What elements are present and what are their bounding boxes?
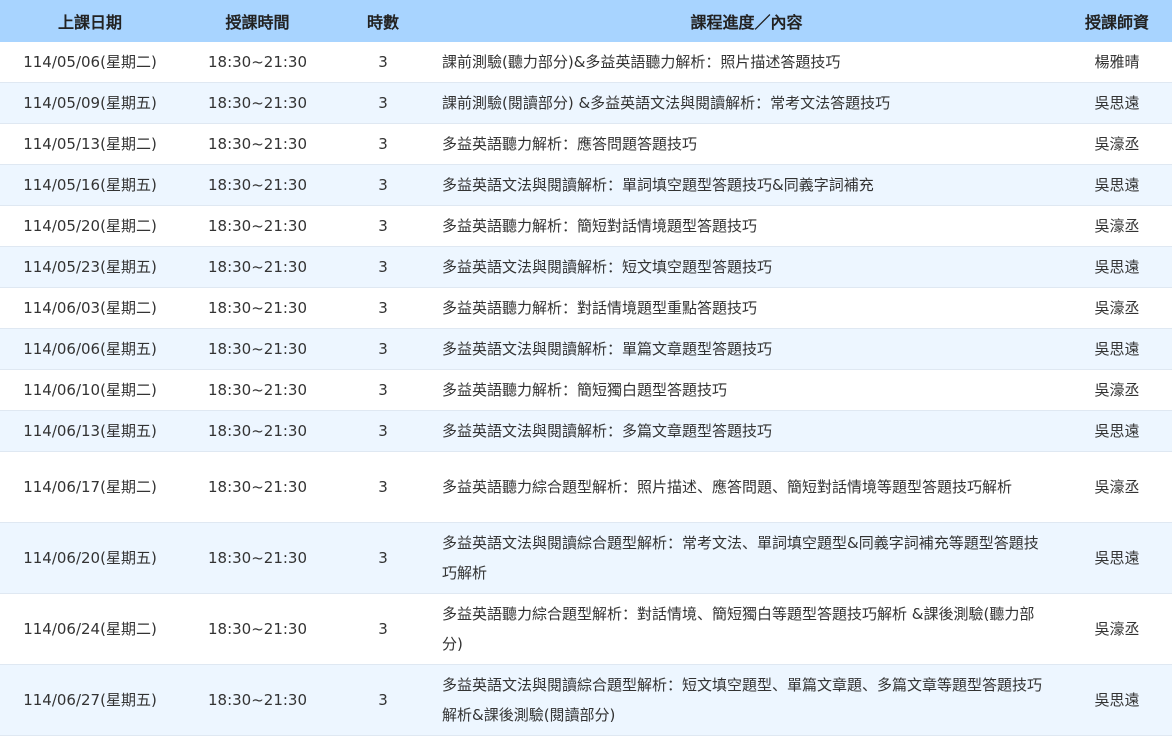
cell-teacher: 楊雅晴 [1062, 42, 1172, 83]
cell-date: 114/05/20(星期二) [0, 205, 180, 247]
cell-time: 18:30~21:30 [180, 664, 335, 736]
cell-teacher: 吳思遠 [1062, 664, 1172, 736]
cell-content: 課前測驗(閱讀部分) &多益英語文法與閱讀解析：常考文法答題技巧 [431, 82, 1062, 124]
cell-time: 18:30~21:30 [180, 246, 335, 288]
cell-content: 多益英語文法與閱讀綜合題型解析：常考文法、單詞填空題型&同義字詞補充等題型答題技… [431, 522, 1062, 594]
cell-time: 18:30~21:30 [180, 522, 335, 594]
header-row: 上課日期 授課時間 時數 課程進度／內容 授課師資 [0, 0, 1172, 42]
cell-hours: 3 [335, 287, 431, 329]
cell-time: 18:30~21:30 [180, 205, 335, 247]
cell-content: 多益英語聽力綜合題型解析：對話情境、簡短獨白等題型答題技巧解析 &課後測驗(聽力… [431, 593, 1062, 665]
cell-date: 114/06/17(星期二) [0, 451, 180, 523]
cell-hours: 3 [335, 522, 431, 594]
cell-date: 114/05/23(星期五) [0, 246, 180, 288]
table-row: 114/05/16(星期五) 18:30~21:30 3 多益英語文法與閱讀解析… [0, 164, 1172, 206]
cell-content: 課前測驗(聽力部分)&多益英語聽力解析：照片描述答題技巧 [431, 42, 1062, 83]
cell-time: 18:30~21:30 [180, 593, 335, 665]
table-header: 上課日期 授課時間 時數 課程進度／內容 授課師資 [0, 0, 1172, 42]
table-row: 114/05/13(星期二) 18:30~21:30 3 多益英語聽力解析：應答… [0, 123, 1172, 165]
cell-teacher: 吳思遠 [1062, 246, 1172, 288]
cell-time: 18:30~21:30 [180, 42, 335, 83]
cell-date: 114/06/06(星期五) [0, 328, 180, 370]
table-row: 114/06/06(星期五) 18:30~21:30 3 多益英語文法與閱讀解析… [0, 328, 1172, 370]
cell-date: 114/06/13(星期五) [0, 410, 180, 452]
cell-content: 多益英語聽力解析：簡短獨白題型答題技巧 [431, 369, 1062, 411]
cell-teacher: 吳思遠 [1062, 522, 1172, 594]
cell-date: 114/06/27(星期五) [0, 664, 180, 736]
cell-teacher: 吳濠丞 [1062, 451, 1172, 523]
cell-date: 114/05/16(星期五) [0, 164, 180, 206]
table-row: 114/06/17(星期二) 18:30~21:30 3 多益英語聽力綜合題型解… [0, 451, 1172, 523]
cell-date: 114/05/09(星期五) [0, 82, 180, 124]
cell-date: 114/06/20(星期五) [0, 522, 180, 594]
cell-content: 多益英語聽力解析：簡短對話情境題型答題技巧 [431, 205, 1062, 247]
cell-content: 多益英語聽力綜合題型解析：照片描述、應答問題、簡短對話情境等題型答題技巧解析 [431, 451, 1062, 523]
cell-date: 114/06/03(星期二) [0, 287, 180, 329]
cell-hours: 3 [335, 164, 431, 206]
course-schedule-table: 上課日期 授課時間 時數 課程進度／內容 授課師資 114/05/06(星期二)… [0, 0, 1172, 736]
cell-hours: 3 [335, 246, 431, 288]
table-row: 114/06/27(星期五) 18:30~21:30 3 多益英語文法與閱讀綜合… [0, 664, 1172, 736]
cell-time: 18:30~21:30 [180, 369, 335, 411]
table-row: 114/05/06(星期二) 18:30~21:30 3 課前測驗(聽力部分)&… [0, 42, 1172, 83]
cell-teacher: 吳濠丞 [1062, 123, 1172, 165]
cell-content: 多益英語聽力解析：應答問題答題技巧 [431, 123, 1062, 165]
cell-time: 18:30~21:30 [180, 164, 335, 206]
cell-teacher: 吳思遠 [1062, 410, 1172, 452]
cell-date: 114/05/13(星期二) [0, 123, 180, 165]
header-date: 上課日期 [0, 0, 180, 42]
cell-hours: 3 [335, 82, 431, 124]
cell-date: 114/06/24(星期二) [0, 593, 180, 665]
table-row: 114/06/24(星期二) 18:30~21:30 3 多益英語聽力綜合題型解… [0, 593, 1172, 665]
cell-content: 多益英語文法與閱讀解析：單篇文章題型答題技巧 [431, 328, 1062, 370]
table-body: 114/05/06(星期二) 18:30~21:30 3 課前測驗(聽力部分)&… [0, 42, 1172, 736]
cell-teacher: 吳濠丞 [1062, 205, 1172, 247]
cell-hours: 3 [335, 451, 431, 523]
header-time: 授課時間 [180, 0, 335, 42]
cell-hours: 3 [335, 410, 431, 452]
cell-hours: 3 [335, 369, 431, 411]
cell-content: 多益英語文法與閱讀解析：短文填空題型答題技巧 [431, 246, 1062, 288]
cell-hours: 3 [335, 664, 431, 736]
table-row: 114/06/10(星期二) 18:30~21:30 3 多益英語聽力解析：簡短… [0, 369, 1172, 411]
table-row: 114/05/09(星期五) 18:30~21:30 3 課前測驗(閱讀部分) … [0, 82, 1172, 124]
cell-hours: 3 [335, 593, 431, 665]
cell-content: 多益英語文法與閱讀解析：多篇文章題型答題技巧 [431, 410, 1062, 452]
cell-hours: 3 [335, 123, 431, 165]
cell-teacher: 吳思遠 [1062, 82, 1172, 124]
table-row: 114/06/13(星期五) 18:30~21:30 3 多益英語文法與閱讀解析… [0, 410, 1172, 452]
cell-date: 114/05/06(星期二) [0, 42, 180, 83]
cell-time: 18:30~21:30 [180, 328, 335, 370]
cell-time: 18:30~21:30 [180, 410, 335, 452]
cell-teacher: 吳思遠 [1062, 164, 1172, 206]
table-row: 114/06/20(星期五) 18:30~21:30 3 多益英語文法與閱讀綜合… [0, 522, 1172, 594]
cell-time: 18:30~21:30 [180, 451, 335, 523]
cell-hours: 3 [335, 42, 431, 83]
cell-time: 18:30~21:30 [180, 123, 335, 165]
cell-content: 多益英語文法與閱讀綜合題型解析：短文填空題型、單篇文章題、多篇文章等題型答題技巧… [431, 664, 1062, 736]
cell-time: 18:30~21:30 [180, 82, 335, 124]
cell-teacher: 吳濠丞 [1062, 593, 1172, 665]
cell-content: 多益英語文法與閱讀解析：單詞填空題型答題技巧&同義字詞補充 [431, 164, 1062, 206]
cell-content: 多益英語聽力解析：對話情境題型重點答題技巧 [431, 287, 1062, 329]
table-row: 114/06/03(星期二) 18:30~21:30 3 多益英語聽力解析：對話… [0, 287, 1172, 329]
table-row: 114/05/20(星期二) 18:30~21:30 3 多益英語聽力解析：簡短… [0, 205, 1172, 247]
header-teacher: 授課師資 [1062, 0, 1172, 42]
cell-time: 18:30~21:30 [180, 287, 335, 329]
cell-teacher: 吳濠丞 [1062, 369, 1172, 411]
cell-hours: 3 [335, 328, 431, 370]
cell-teacher: 吳思遠 [1062, 328, 1172, 370]
cell-hours: 3 [335, 205, 431, 247]
cell-date: 114/06/10(星期二) [0, 369, 180, 411]
table-row: 114/05/23(星期五) 18:30~21:30 3 多益英語文法與閱讀解析… [0, 246, 1172, 288]
cell-teacher: 吳濠丞 [1062, 287, 1172, 329]
header-content: 課程進度／內容 [431, 0, 1062, 42]
header-hours: 時數 [335, 0, 431, 42]
